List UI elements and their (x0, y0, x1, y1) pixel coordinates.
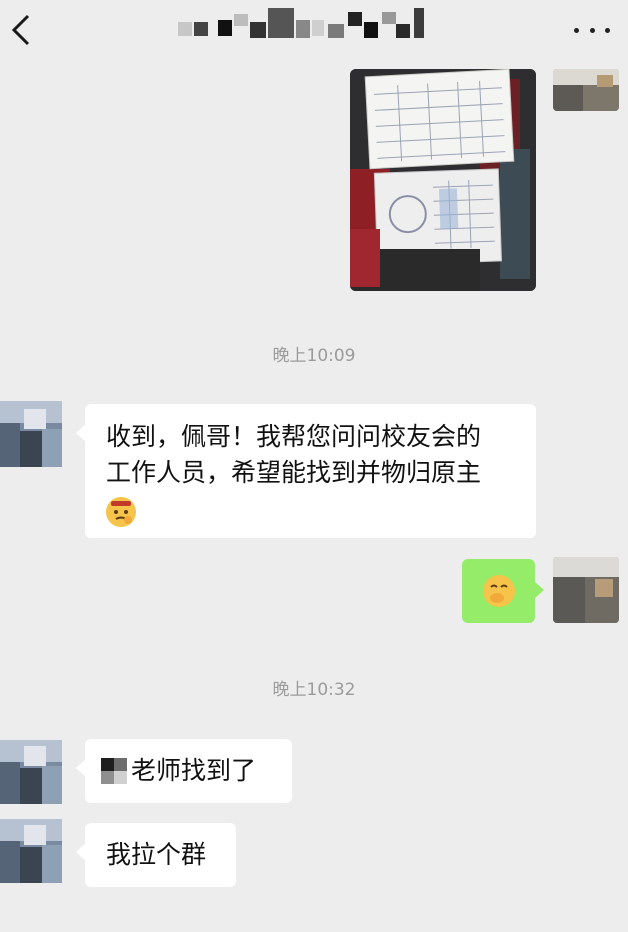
redacted-name-block (101, 758, 127, 784)
message-text: 我拉个群 (106, 840, 207, 869)
message-bubble[interactable]: 我拉个群 (76, 823, 236, 887)
my-avatar[interactable] (553, 557, 619, 623)
message-text: 老师找到了 (131, 756, 257, 785)
salute-face-emoji (106, 497, 136, 527)
chevron-left-icon (11, 14, 30, 46)
photo-thumbnail (350, 69, 536, 291)
contact-avatar[interactable] (0, 401, 62, 467)
back-button[interactable] (6, 12, 36, 48)
more-options-button[interactable] (574, 18, 610, 42)
my-avatar[interactable] (553, 69, 619, 111)
photo-message[interactable] (350, 69, 536, 291)
top-bar (0, 0, 628, 62)
giggle-face-emoji (482, 575, 515, 607)
message-bubble[interactable]: 老师找到了 (76, 739, 292, 803)
contact-avatar[interactable] (0, 740, 62, 804)
message-text-line: 工作人员，希望能找到并物归原主 (106, 458, 482, 487)
message-bubble[interactable]: 收到，佩哥！我帮您问问校友会的 工作人员，希望能找到并物归原主 (76, 404, 536, 538)
contact-avatar[interactable] (0, 819, 62, 883)
timestamp: 晚上10:32 (272, 680, 356, 700)
chat-title-redacted (178, 8, 438, 42)
message-text-line: 收到，佩哥！我帮您问问校友会的 (106, 422, 482, 451)
ellipsis-icon (574, 27, 579, 33)
timestamp: 晚上10:09 (272, 346, 356, 366)
emoji-message-bubble[interactable] (462, 559, 544, 623)
